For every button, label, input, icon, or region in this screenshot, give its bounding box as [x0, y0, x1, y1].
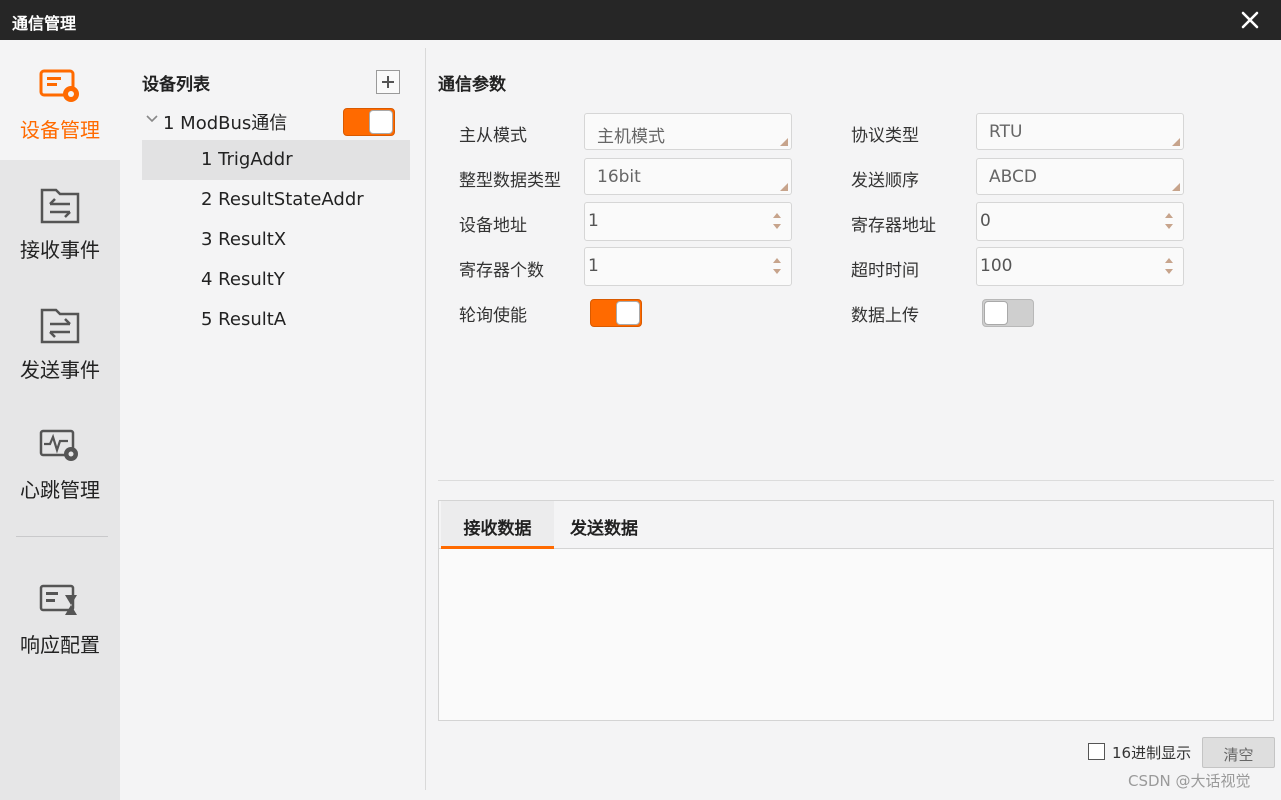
tab-bar: 接收数据 发送数据: [439, 501, 1273, 549]
tab-send-data[interactable]: 发送数据: [554, 501, 654, 549]
window-title: 通信管理: [12, 14, 77, 33]
tree-item-label: 1 TrigAddr: [201, 149, 293, 170]
toggle-knob: [616, 301, 640, 325]
hex-display-label: 16进制显示: [1112, 744, 1192, 762]
nav-item-label: 发送事件: [20, 358, 100, 382]
tree-item-label: 5 ResultA: [201, 309, 287, 330]
protocol-select[interactable]: RTU: [976, 113, 1184, 150]
nav-item-device-management[interactable]: 设备管理: [0, 40, 120, 160]
spin-arrows-icon[interactable]: [771, 210, 783, 232]
protocol-label: 协议类型: [851, 126, 919, 146]
nav-item-heartbeat[interactable]: 心跳管理: [0, 400, 120, 520]
register-addr-label: 寄存器地址: [851, 216, 936, 236]
left-nav: 设备管理 接收事件 发送事件 心跳管理 响应配置: [0, 40, 120, 800]
nav-item-label: 接收事件: [20, 238, 100, 262]
spin-arrows-icon[interactable]: [771, 255, 783, 277]
master-slave-select[interactable]: 主机模式: [584, 113, 792, 150]
master-slave-label: 主从模式: [459, 126, 527, 146]
nav-item-label: 心跳管理: [20, 478, 100, 502]
tree-item-label: 4 ResultY: [201, 269, 285, 290]
device-list-title: 设备列表: [142, 75, 210, 95]
tree-item-label: 2 ResultStateAddr: [201, 189, 364, 210]
response-config-icon: [39, 584, 77, 615]
tree-item-resultx[interactable]: 3 ResultX: [142, 220, 410, 260]
upload-toggle[interactable]: [982, 299, 1034, 327]
section-divider: [438, 480, 1274, 481]
close-button[interactable]: [1237, 7, 1263, 33]
nav-item-send-event[interactable]: 发送事件: [0, 280, 120, 400]
register-count-value: 1: [588, 256, 599, 276]
title-bar: 通信管理: [0, 0, 1281, 40]
nav-item-label: 设备管理: [20, 118, 100, 142]
timeout-value: 100: [980, 256, 1013, 276]
heartbeat-icon: [39, 429, 78, 461]
master-slave-value: 主机模式: [597, 127, 665, 147]
chevron-down-icon[interactable]: [145, 112, 159, 126]
data-tab-panel: 接收数据 发送数据: [438, 500, 1274, 721]
nav-item-response-config[interactable]: 响应配置: [0, 555, 120, 675]
tree-item-resulta[interactable]: 5 ResultA: [142, 300, 410, 340]
nav-item-label: 响应配置: [20, 633, 100, 657]
spin-arrows-icon[interactable]: [1163, 210, 1175, 232]
device-management-icon: [39, 69, 79, 102]
device-addr-spinbox[interactable]: 1: [584, 202, 792, 241]
register-addr-value: 0: [980, 211, 991, 231]
timeout-spinbox[interactable]: 100: [976, 247, 1184, 286]
device-addr-label: 设备地址: [459, 216, 527, 236]
nav-item-receive-event[interactable]: 接收事件: [0, 160, 120, 280]
tree-root-label: 1 ModBus通信: [163, 113, 288, 134]
device-addr-value: 1: [588, 211, 599, 231]
tree-item-label: 3 ResultX: [201, 229, 287, 250]
nav-divider: [16, 536, 108, 537]
send-order-label: 发送顺序: [851, 171, 919, 191]
register-count-spinbox[interactable]: 1: [584, 247, 792, 286]
modbus-enable-toggle[interactable]: [343, 108, 395, 136]
timeout-label: 超时时间: [851, 261, 919, 281]
protocol-value: RTU: [989, 122, 1023, 142]
tree-root-modbus[interactable]: 1 ModBus通信: [142, 100, 410, 140]
toggle-knob: [984, 301, 1008, 325]
device-list-panel: 设备列表 1 ModBus通信 1 TrigAddr 2 ResultState…: [120, 40, 425, 800]
int-type-label: 整型数据类型: [459, 171, 561, 191]
spin-arrows-icon[interactable]: [1163, 255, 1175, 277]
send-event-icon: [40, 308, 80, 344]
watermark: CSDN @大话视觉: [1128, 772, 1251, 790]
params-title: 通信参数: [438, 75, 506, 95]
upload-label: 数据上传: [851, 306, 919, 326]
int-type-select[interactable]: 16bit: [584, 158, 792, 195]
polling-toggle[interactable]: [590, 299, 642, 327]
int-type-value: 16bit: [597, 167, 641, 187]
tab-receive-data[interactable]: 接收数据: [441, 501, 554, 549]
receive-event-icon: [40, 188, 80, 224]
send-order-select[interactable]: ABCD: [976, 158, 1184, 195]
polling-label: 轮询使能: [459, 306, 527, 326]
tree-item-resulty[interactable]: 4 ResultY: [142, 260, 410, 300]
add-device-button[interactable]: [376, 70, 400, 94]
close-icon: [1241, 11, 1259, 29]
panel-divider: [425, 48, 426, 790]
register-count-label: 寄存器个数: [459, 261, 544, 281]
send-order-value: ABCD: [989, 167, 1037, 187]
toggle-knob: [369, 110, 393, 134]
tree-item-resultstateaddr[interactable]: 2 ResultStateAddr: [142, 180, 410, 220]
register-addr-spinbox[interactable]: 0: [976, 202, 1184, 241]
tree-item-trigaddr[interactable]: 1 TrigAddr: [142, 140, 410, 180]
clear-button[interactable]: 清空: [1202, 737, 1275, 768]
hex-display-checkbox[interactable]: [1088, 743, 1105, 760]
